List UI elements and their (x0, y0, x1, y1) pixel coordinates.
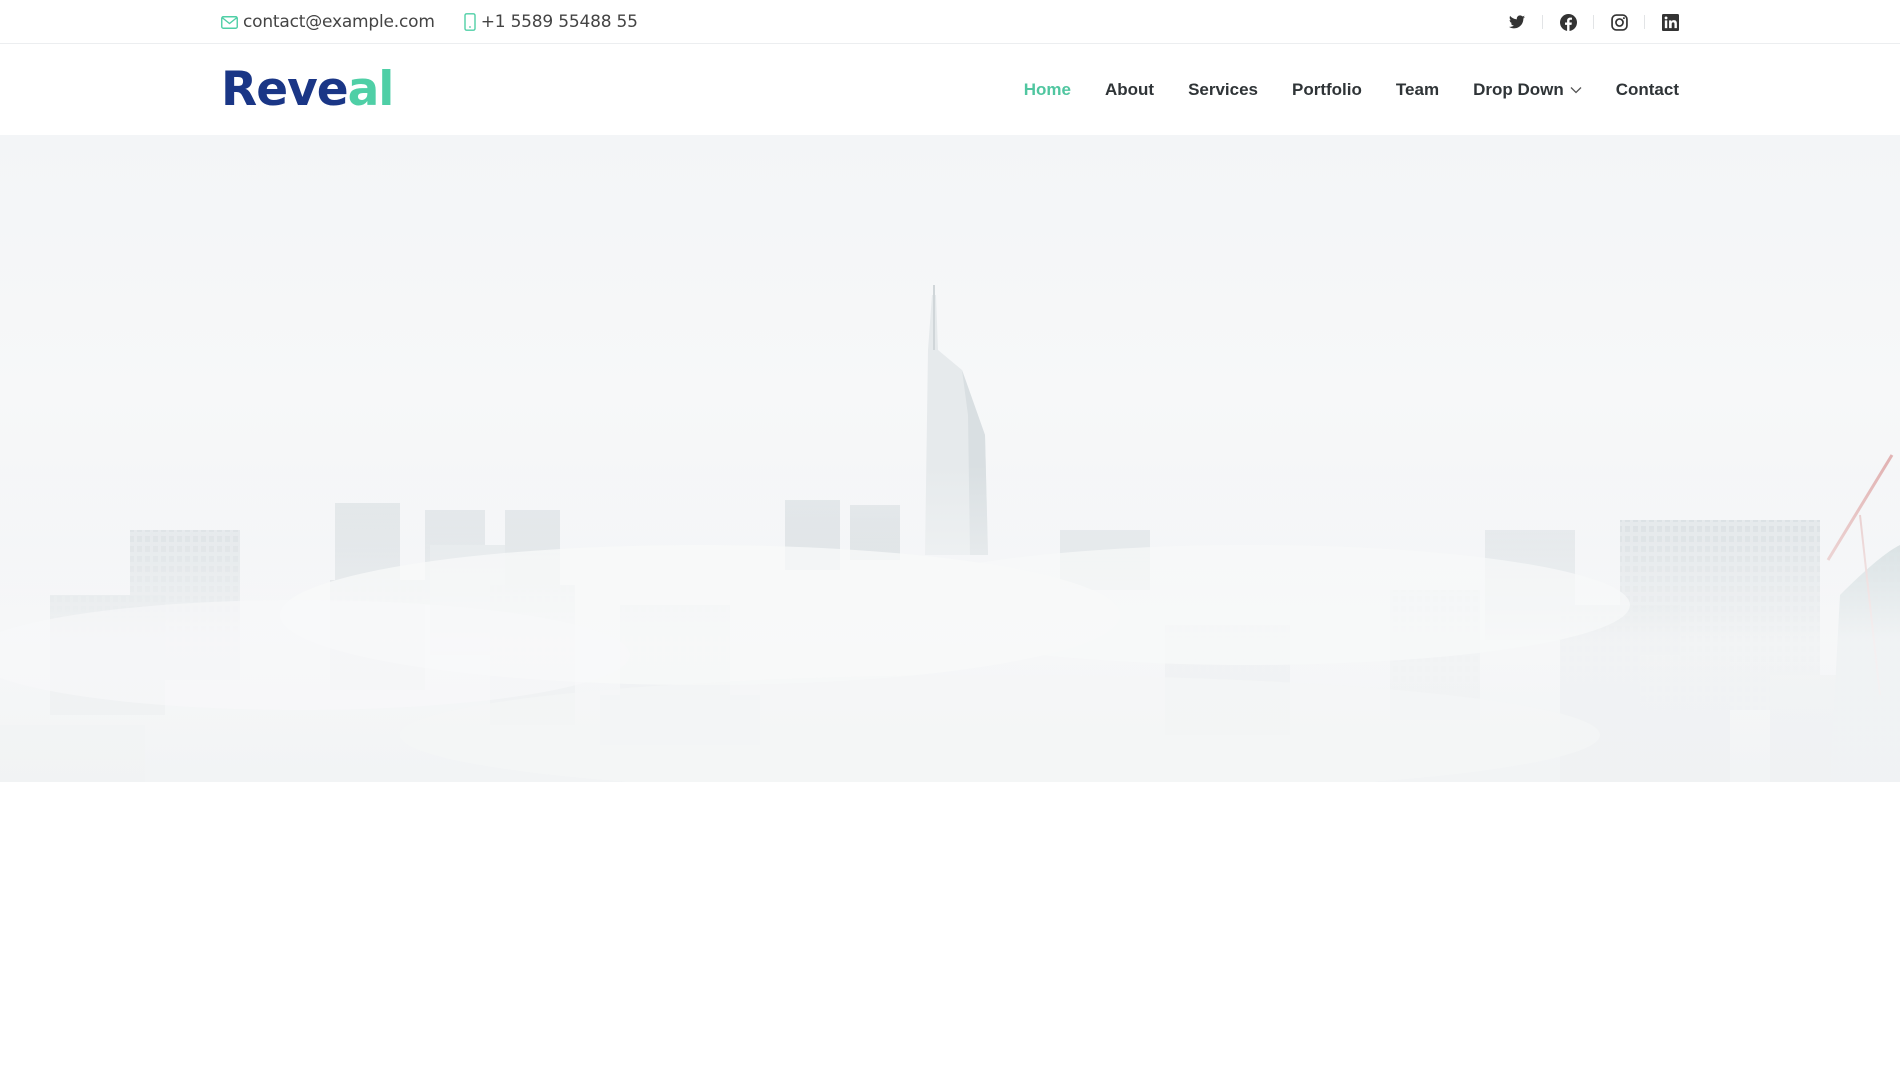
main-header: Reveal Home About Services Portfolio Tea… (0, 45, 1900, 135)
instagram-icon (1610, 13, 1628, 31)
nav-dropdown-label: Drop Down (1473, 80, 1564, 99)
nav-portfolio[interactable]: Portfolio (1292, 80, 1362, 100)
instagram-link[interactable] (1610, 13, 1628, 31)
envelope-icon (221, 15, 238, 29)
foggy-city-skyline-image (0, 285, 1900, 782)
linkedin-link[interactable] (1661, 13, 1679, 31)
linkedin-icon (1661, 13, 1679, 31)
separator (1644, 15, 1645, 29)
nav-services[interactable]: Services (1188, 80, 1258, 100)
facebook-icon (1559, 13, 1577, 31)
separator (1542, 15, 1543, 29)
nav-dropdown[interactable]: Drop Down (1473, 80, 1582, 100)
top-bar-inner: contact@example.com +1 5589 55488 55 (221, 0, 1679, 44)
email-contact[interactable]: contact@example.com (221, 12, 435, 32)
social-links (1508, 13, 1679, 31)
logo-text-accent: al (347, 62, 395, 117)
nav-team[interactable]: Team (1396, 80, 1439, 100)
email-text: contact@example.com (243, 12, 435, 32)
phone-text: +1 5589 55488 55 (480, 12, 638, 32)
twitter-icon (1509, 15, 1525, 29)
chevron-down-icon (1570, 86, 1582, 94)
phone-icon (464, 13, 476, 31)
nav-home[interactable]: Home (1024, 80, 1071, 100)
facebook-link[interactable] (1559, 13, 1577, 31)
site-logo[interactable]: Reveal (221, 62, 395, 117)
contact-info: contact@example.com +1 5589 55488 55 (221, 12, 638, 32)
main-nav: Home About Services Portfolio Team Drop … (990, 45, 1679, 135)
top-bar: contact@example.com +1 5589 55488 55 (0, 0, 1900, 44)
content-area (0, 782, 1900, 1079)
separator (1593, 15, 1594, 29)
twitter-link[interactable] (1508, 13, 1526, 31)
logo-text-main: Reve (221, 62, 349, 117)
nav-about[interactable]: About (1105, 80, 1154, 100)
nav-contact[interactable]: Contact (1616, 80, 1679, 100)
phone-contact[interactable]: +1 5589 55488 55 (464, 12, 638, 32)
hero-banner (0, 135, 1900, 782)
